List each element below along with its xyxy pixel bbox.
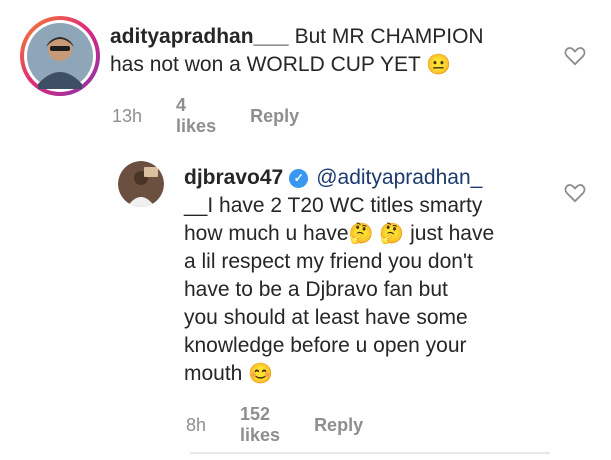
reply-button[interactable]: Reply [250,106,299,127]
neutral-face-emoji: 😐 [426,54,452,76]
smiling-face-emoji: 😊 [248,363,274,385]
comment-line: __I have 2 T20 WC titles smarty [184,194,483,217]
comment-time: 13h [112,105,143,126]
likes-count[interactable]: 4 likes [176,95,216,137]
comment-username[interactable]: adityapradhan___ [110,25,289,48]
comment-meta: 8h 152 likes Reply [186,404,363,446]
comment-username[interactable]: djbravo47 [184,166,283,189]
comment-line: a lil respect my friend you don't [184,250,473,273]
comment-line: just have [410,222,495,245]
heart-outline-icon[interactable] [564,183,586,203]
comment-body: djbravo47 ✓ @adityapradhan_ __I have 2 T20… [184,164,554,388]
verified-badge-icon: ✓ [289,169,309,188]
comment-body: adityapradhan___ But MR CHAMPION has not … [110,23,540,79]
avatar-djbravo47[interactable] [118,161,164,207]
comment-time: 8h [186,414,207,435]
heart-outline-icon[interactable] [564,46,586,66]
thinking-face-emoji: 🤔 [379,223,405,245]
comment-line: mouth [184,362,243,385]
comment-line: knowledge before u open your [184,334,467,357]
comment-line: have to be a Djbravo fan but [184,278,448,301]
mention-link[interactable]: @adityapradhan_ [316,166,482,189]
comment-text: has not won a WORLD CUP YET [110,53,421,76]
comment-line: how much u have [184,222,349,245]
likes-count[interactable]: 152 likes [240,404,280,446]
avatar-adityapradhan[interactable] [20,16,100,96]
divider [190,452,550,454]
comment-text: But MR CHAMPION [294,25,484,48]
comment-meta: 13h 4 likes Reply [112,95,299,137]
comment-line: you should at least have some [184,306,468,329]
reply-button[interactable]: Reply [314,415,363,436]
thinking-face-emoji: 🤔 [348,223,374,245]
